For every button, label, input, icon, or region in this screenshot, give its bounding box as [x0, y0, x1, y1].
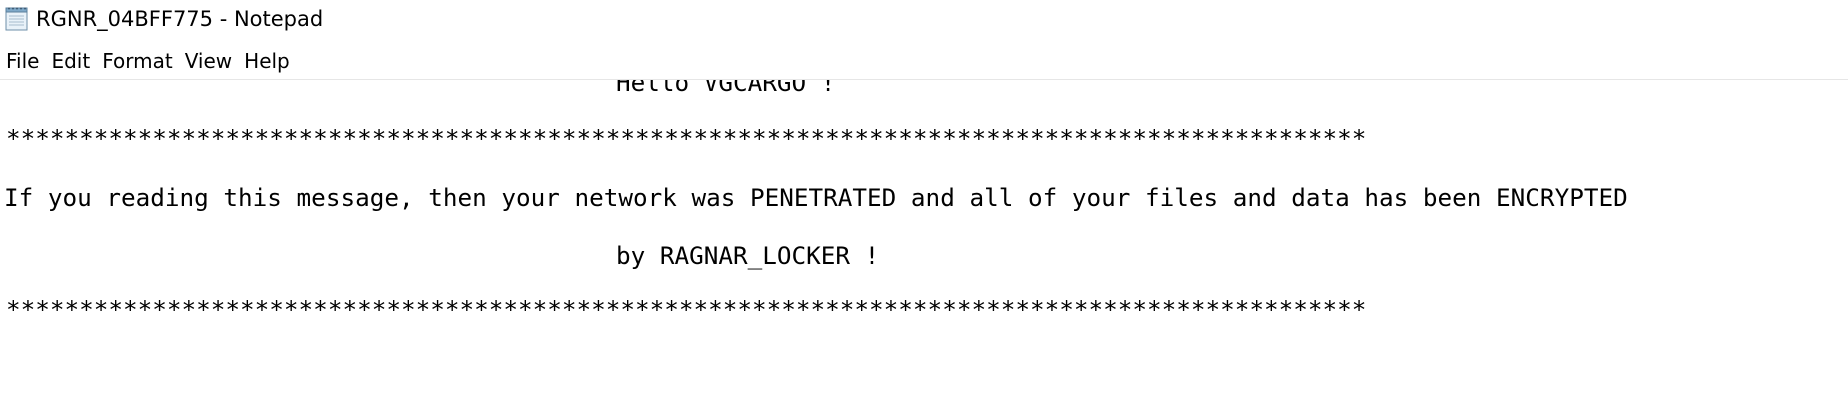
message-line: If you reading this message, then your n… [4, 183, 1628, 212]
menu-edit[interactable]: Edit [45, 47, 96, 75]
title-bar[interactable]: RGNR_04BFF775 - Notepad [0, 0, 1848, 38]
menu-view[interactable]: View [179, 47, 238, 75]
menu-file[interactable]: File [0, 47, 45, 75]
separator-line-top: ****************************************… [6, 124, 1367, 153]
greeting-line: Hello VGCARGO ! [616, 80, 836, 97]
notepad-icon [4, 6, 30, 32]
menu-help[interactable]: Help [238, 47, 296, 75]
menu-bar: File Edit Format View Help [0, 44, 296, 78]
menu-format[interactable]: Format [96, 47, 178, 75]
notepad-window: RGNR_04BFF775 - Notepad File Edit Format… [0, 0, 1848, 404]
separator-line-bottom: ****************************************… [6, 295, 1367, 324]
window-title: RGNR_04BFF775 - Notepad [36, 7, 324, 31]
text-editor-area[interactable]: Hello VGCARGO ! ************************… [0, 80, 1848, 404]
signature-line: by RAGNAR_LOCKER ! [616, 241, 880, 270]
